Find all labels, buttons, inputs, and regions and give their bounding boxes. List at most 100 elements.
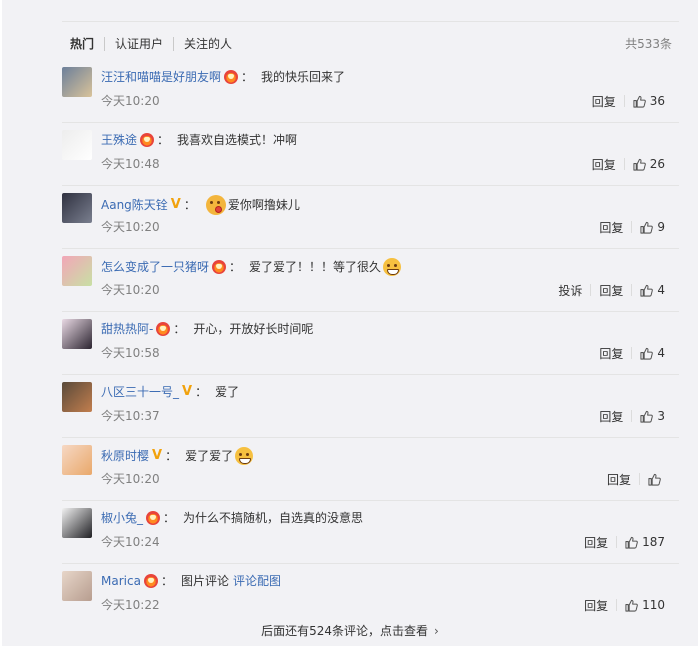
comment-line: 怎么变成了一只猪呀 ： 爱了爱了！！！等了很久 — [101, 258, 402, 276]
reply-button[interactable]: 回复 — [592, 156, 616, 173]
like-count: 4 — [657, 346, 665, 360]
comment-time: 今天10:20 — [101, 220, 160, 234]
like-button[interactable]: 4 — [640, 283, 665, 297]
username-link[interactable]: 甜热热阿- — [101, 321, 153, 337]
thumbs-up-icon — [640, 221, 654, 234]
comment-line: 王殊途 ： 我喜欢自选模式！冲啊 — [101, 132, 297, 148]
like-button[interactable]: 26 — [633, 157, 665, 171]
tab-verified-users[interactable]: 认证用户 — [104, 37, 173, 51]
comment-time: 今天10:20 — [101, 472, 160, 486]
reply-button[interactable]: 回复 — [599, 219, 623, 236]
comment-line: Aang陈天铨 V： 爱你啊撸妹儿 — [101, 195, 300, 215]
comment-image-link[interactable]: 评论配图 — [233, 573, 281, 589]
colon: ： — [183, 198, 196, 212]
comment-actions: 回复 — [607, 471, 665, 487]
comment-actions: 回复 110 — [584, 597, 665, 613]
username-link[interactable]: Aang陈天铨 — [101, 197, 168, 213]
avatar[interactable] — [62, 382, 92, 412]
like-button[interactable]: 9 — [640, 220, 665, 234]
like-button[interactable]: 187 — [625, 535, 665, 549]
username-link[interactable]: 汪汪和喵喵是好朋友啊 — [101, 69, 221, 85]
report-button[interactable]: 投诉 — [558, 282, 582, 299]
comment-time: 今天10:48 — [101, 157, 160, 171]
like-count: 36 — [649, 94, 665, 108]
avatar[interactable] — [62, 67, 92, 97]
like-button[interactable]: 110 — [625, 598, 665, 612]
thumbs-up-icon — [648, 473, 661, 486]
comment-time: 今天10:24 — [101, 535, 160, 549]
load-more-text[interactable]: 后面还有524条评论，点击查看 — [261, 624, 428, 638]
username-link[interactable]: 怎么变成了一只猪呀 — [101, 259, 209, 275]
thumbs-up-icon — [625, 599, 638, 612]
colon: ： — [163, 511, 176, 525]
reply-button[interactable]: 回复 — [599, 408, 623, 425]
reply-button[interactable]: 回复 — [607, 471, 631, 488]
username-link[interactable]: Marica — [101, 573, 141, 589]
vip-crown-icon — [143, 574, 158, 588]
comment-item: Marica ： 图片评论 评论配图今天10:22 回复 110 — [62, 564, 679, 626]
comment-text: 爱了 — [215, 385, 240, 399]
thumbs-up-icon — [625, 536, 638, 549]
action-divider — [623, 95, 625, 107]
filter-tabs: 热门 认证用户 关注的人 — [70, 36, 242, 52]
like-button[interactable]: 36 — [633, 94, 665, 108]
like-count: 9 — [657, 220, 665, 234]
avatar[interactable] — [62, 319, 92, 349]
comment-item: 秋原时樱 V： 爱了爱了 今天10:20 回复 — [62, 438, 679, 501]
grin-emoji-icon — [235, 447, 254, 465]
chevron-right-icon: › — [434, 624, 439, 638]
comment-line: 甜热热阿- ： 开心，开放好长时间呢 — [101, 321, 313, 337]
action-divider — [631, 347, 633, 359]
colon: ： — [160, 574, 173, 588]
avatar[interactable] — [62, 571, 92, 601]
like-button[interactable]: 3 — [640, 409, 665, 423]
tab-hot[interactable]: 热门 — [70, 37, 104, 51]
comments-panel: 热门 认证用户 关注的人 共533条 汪汪和喵喵是好朋友啊 ： 我的快乐回来了 今天1… — [2, 0, 698, 646]
action-divider — [639, 473, 640, 485]
comment-time: 今天10:22 — [101, 598, 160, 612]
reply-button[interactable]: 回复 — [592, 93, 616, 110]
avatar[interactable] — [62, 130, 92, 160]
username-link[interactable]: 椒小兔_ — [101, 510, 143, 526]
reply-button[interactable]: 回复 — [599, 345, 623, 362]
username-link[interactable]: 王殊途 — [101, 132, 137, 148]
vip-crown-icon — [224, 70, 239, 84]
like-button[interactable] — [648, 473, 665, 486]
top-divider — [62, 21, 679, 22]
reply-button[interactable]: 回复 — [584, 597, 608, 614]
avatar[interactable] — [62, 508, 92, 538]
like-count: 3 — [657, 409, 665, 423]
tab-following[interactable]: 关注的人 — [173, 37, 242, 51]
like-count: 26 — [649, 157, 665, 171]
avatar[interactable] — [62, 445, 92, 475]
comment-text: 为什么不搞随机，自选真的没意思 — [183, 511, 364, 525]
comment-text: 我喜欢自选模式！冲啊 — [177, 133, 298, 147]
colon: ： — [165, 449, 178, 463]
comment-text: 图片评论 — [180, 574, 229, 588]
vip-crown-icon — [146, 511, 161, 525]
vip-crown-icon — [156, 322, 171, 336]
comment-time: 今天10:58 — [101, 346, 160, 360]
comment-time: 今天10:37 — [101, 409, 160, 423]
avatar[interactable] — [62, 193, 92, 223]
comment-text: 爱你啊撸妹儿 — [227, 198, 300, 212]
username-link[interactable]: 八区三十一号_ — [101, 384, 179, 400]
comment-list: 汪汪和喵喵是好朋友啊 ： 我的快乐回来了 今天10:20 回复 36 王殊途 ： 我喜欢自选模式… — [62, 60, 679, 626]
reply-button[interactable]: 回复 — [599, 282, 623, 299]
comment-text: 我的快乐回来了 — [261, 70, 346, 84]
thumbs-up-icon — [640, 410, 654, 423]
reply-button[interactable]: 回复 — [584, 534, 608, 551]
action-divider — [623, 158, 625, 170]
thumbs-up-icon — [633, 95, 646, 108]
action-divider — [631, 410, 633, 422]
colon: ： — [241, 70, 254, 84]
avatar[interactable] — [62, 256, 92, 286]
load-more-link[interactable]: 后面还有524条评论，点击查看 › — [2, 623, 698, 639]
comment-text: 开心，开放好长时间呢 — [193, 322, 314, 336]
vip-crown-icon — [140, 133, 155, 147]
vip-crown-icon — [212, 260, 227, 274]
username-link[interactable]: 秋原时樱 — [101, 448, 149, 464]
like-button[interactable]: 4 — [640, 346, 665, 360]
colon: ： — [195, 385, 208, 399]
thumbs-up-icon — [633, 158, 646, 171]
